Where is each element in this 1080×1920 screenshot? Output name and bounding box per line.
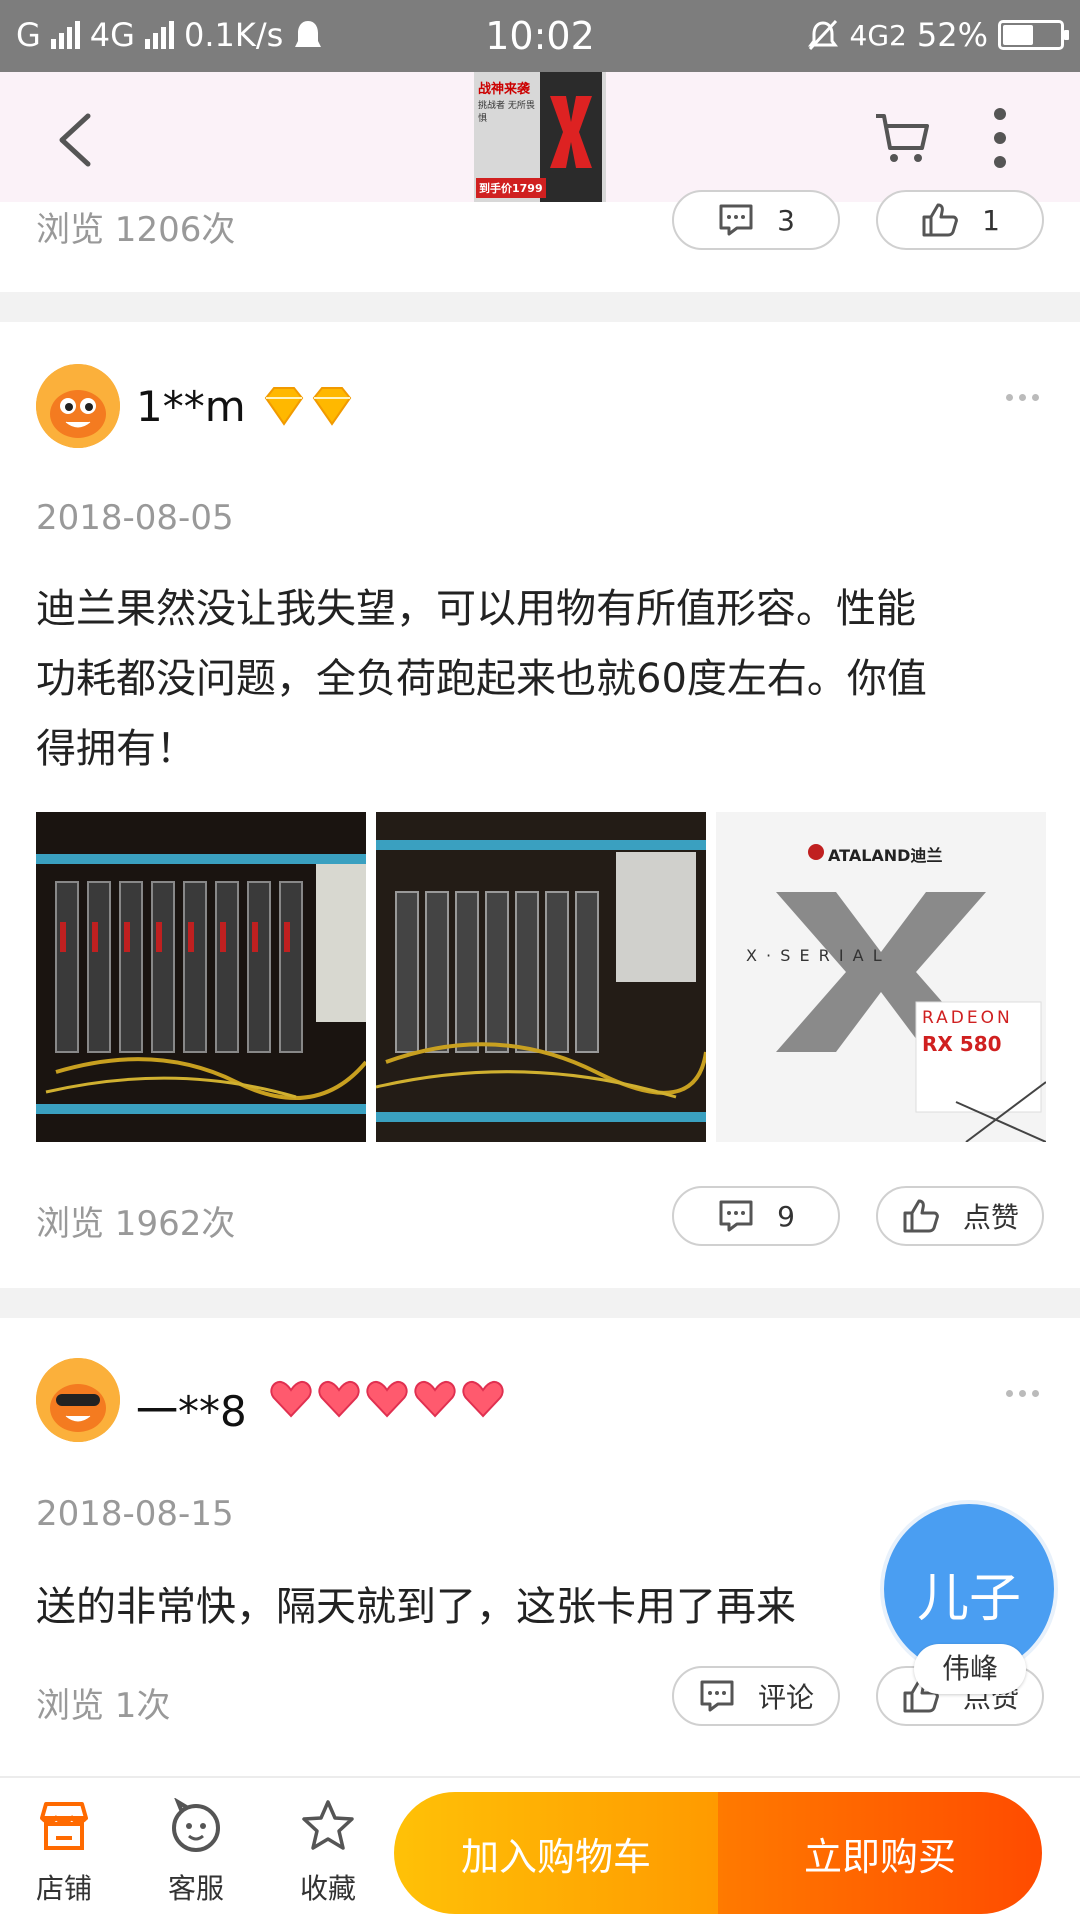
mute-icon bbox=[807, 19, 838, 51]
star-icon bbox=[302, 1800, 354, 1850]
avatar[interactable] bbox=[36, 364, 120, 448]
box-brand: ATALAND迪兰 bbox=[828, 846, 943, 865]
back-icon[interactable] bbox=[50, 110, 100, 170]
comment-count: 9 bbox=[777, 1199, 795, 1233]
comment-button[interactable]: 评论 bbox=[672, 1666, 840, 1726]
mining-rig-photo bbox=[36, 812, 366, 1142]
shop-icon bbox=[40, 1802, 88, 1850]
comment-button[interactable]: 9 bbox=[672, 1186, 840, 1246]
member-level-badges bbox=[268, 1378, 506, 1420]
mining-rig-photo bbox=[376, 812, 706, 1142]
username[interactable]: 1**m bbox=[136, 382, 246, 431]
thumbnail-subtitle: 挑战者 无所畏惧 bbox=[478, 101, 535, 124]
view-count: 浏览 1962次 bbox=[36, 1204, 236, 1244]
mascot-icon bbox=[36, 364, 120, 448]
thumbs-up-icon bbox=[922, 203, 958, 237]
review-text-line: 功耗都没问题，全负荷跑起来也就60度左右。你值 bbox=[36, 656, 927, 702]
heart-icon bbox=[270, 1380, 312, 1418]
heart-icon bbox=[414, 1380, 456, 1418]
battery-percent: 52% bbox=[916, 16, 988, 54]
thumbnail-price: 到手价1799 bbox=[476, 178, 546, 198]
shop-button[interactable]: 店铺 bbox=[14, 1798, 114, 1907]
diamond-icon bbox=[312, 387, 352, 426]
floating-badge-title: 儿子 bbox=[916, 1569, 1021, 1629]
customer-service-icon bbox=[172, 1797, 220, 1852]
favorite-button[interactable]: 收藏 bbox=[278, 1798, 378, 1907]
status-bar: G 4G 0.1K/s 10:02 4G2 52% bbox=[0, 0, 1080, 72]
more-options-icon[interactable] bbox=[990, 108, 1010, 168]
floating-badge-tag: 伟峰 bbox=[914, 1644, 1026, 1694]
heart-icon bbox=[318, 1380, 360, 1418]
review-text-line: 得拥有！ bbox=[36, 726, 196, 772]
thumbs-up-icon bbox=[903, 1199, 939, 1233]
diamond-icon bbox=[264, 387, 304, 426]
username[interactable]: 一**8 bbox=[136, 1378, 247, 1439]
view-count: 浏览 1次 bbox=[36, 1686, 171, 1726]
like-button[interactable]: 点赞 bbox=[876, 1186, 1044, 1246]
review-text-line: 迪兰果然没让我失望，可以用物有所值形容。性能 bbox=[36, 586, 916, 632]
section-divider bbox=[0, 1288, 1080, 1318]
x-logo-icon bbox=[550, 96, 592, 168]
review-options-icon[interactable] bbox=[1006, 394, 1039, 401]
section-divider bbox=[0, 292, 1080, 322]
review-date: 2018-08-15 bbox=[36, 1494, 234, 1534]
like-label: 点赞 bbox=[962, 1201, 1019, 1234]
favorite-label: 收藏 bbox=[299, 1872, 356, 1905]
like-count: 1 bbox=[982, 203, 1000, 237]
product-thumbnail[interactable]: 战神来袭 挑战者 无所畏惧 到手价1799 bbox=[474, 72, 606, 202]
heart-icon bbox=[366, 1380, 408, 1418]
box-line2: RX 580 bbox=[922, 1032, 1002, 1056]
review-photo[interactable] bbox=[376, 812, 706, 1142]
heart-icon bbox=[462, 1380, 504, 1418]
buy-now-button[interactable]: 立即购买 bbox=[718, 1792, 1042, 1914]
shop-label: 店铺 bbox=[35, 1872, 92, 1905]
box-series: X · S E R I A L bbox=[746, 946, 884, 965]
review-photo[interactable]: ATALAND迪兰 X · S E R I A L RADEON RX 580 bbox=[716, 812, 1046, 1142]
review-options-icon[interactable] bbox=[1006, 1390, 1039, 1397]
bottom-action-bar: 店铺 客服 收藏 加入购物车 立即购买 bbox=[0, 1776, 1080, 1920]
avatar[interactable] bbox=[36, 1358, 120, 1442]
top-nav-bar: 战神来袭 挑战者 无所畏惧 到手价1799 bbox=[0, 72, 1080, 202]
view-count: 浏览 1206次 bbox=[36, 210, 236, 250]
review-text: 送的非常快，隔天就到了，这张卡用了再来 bbox=[36, 1584, 796, 1630]
review-photo[interactable] bbox=[36, 812, 366, 1142]
comment-icon bbox=[719, 204, 753, 236]
floating-assistant-badge[interactable]: 儿子 伟峰 bbox=[880, 1500, 1058, 1694]
customer-service-button[interactable]: 客服 bbox=[146, 1797, 246, 1907]
like-button[interactable]: 1 bbox=[876, 190, 1044, 250]
member-level-badges bbox=[262, 386, 354, 426]
comment-button[interactable]: 3 bbox=[672, 190, 840, 250]
comment-icon bbox=[719, 1200, 753, 1232]
box-line1: RADEON bbox=[922, 1008, 1013, 1028]
comment-count: 3 bbox=[777, 203, 795, 237]
battery-icon bbox=[998, 20, 1069, 50]
comment-icon bbox=[700, 1680, 734, 1712]
comment-label: 评论 bbox=[757, 1681, 814, 1714]
customer-service-label: 客服 bbox=[167, 1872, 224, 1905]
thumbnail-title: 战神来袭 bbox=[478, 82, 531, 97]
add-to-cart-button[interactable]: 加入购物车 bbox=[394, 1792, 718, 1914]
mascot-icon bbox=[36, 1358, 120, 1442]
review-date: 2018-08-05 bbox=[36, 498, 234, 538]
review-text: 迪兰果然没让我失望，可以用物有所值形容。性能 功耗都没问题，全负荷跑起来也就60… bbox=[36, 574, 1046, 784]
cart-icon[interactable] bbox=[872, 108, 932, 168]
network-type-label: 4G2 bbox=[849, 18, 907, 52]
